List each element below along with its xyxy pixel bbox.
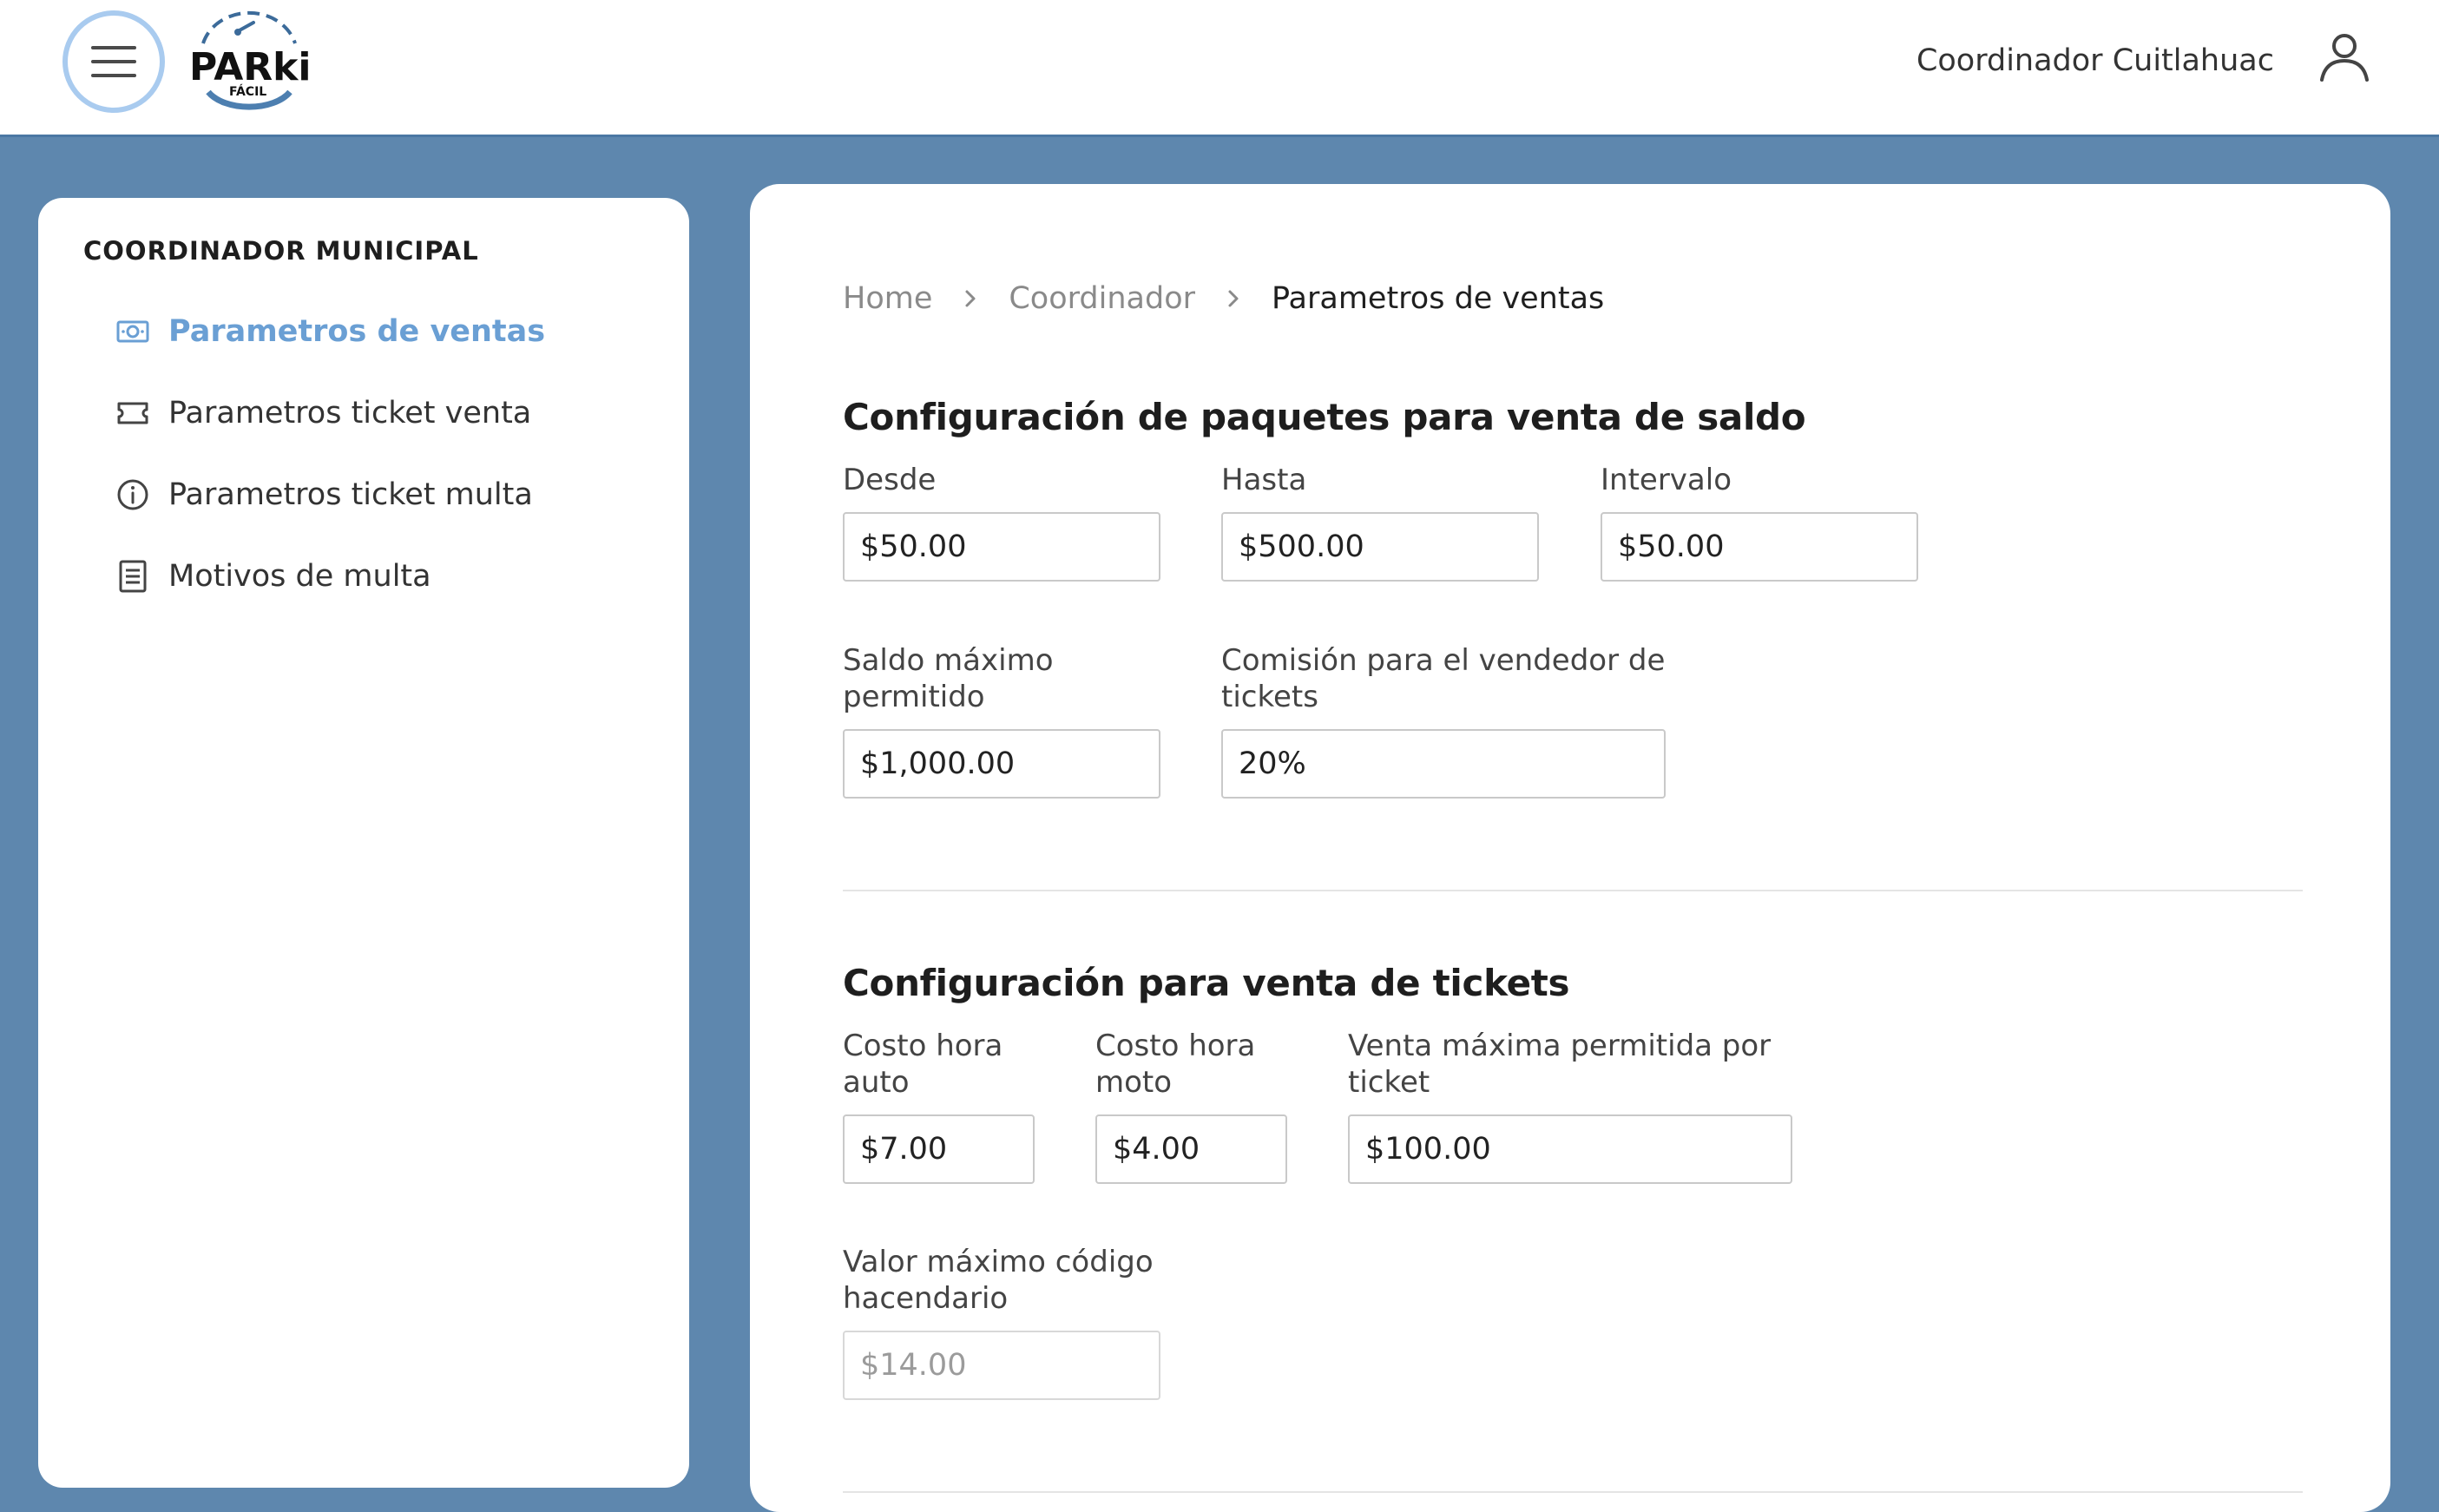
user-icon[interactable] <box>2317 30 2371 83</box>
desde-input[interactable] <box>843 512 1160 582</box>
field-label-intervalo: Intervalo <box>1601 463 1732 497</box>
top-bar: PARki FÁCIL Coordinador Cuitlahuac <box>0 0 2439 137</box>
venta-maxima-input[interactable] <box>1348 1114 1792 1184</box>
field-label-costo-auto: Costo hora auto <box>843 1029 1003 1100</box>
info-circle-icon <box>117 479 148 510</box>
breadcrumb-home[interactable]: Home <box>843 281 932 316</box>
chevron-right-icon <box>1228 290 1239 307</box>
field-label-costo-moto: Costo hora moto <box>1095 1029 1256 1100</box>
comision-input[interactable] <box>1221 729 1666 799</box>
main-panel: Home Coordinador Parametros de ventas Co… <box>750 184 2390 1512</box>
field-label-valor-maximo-codigo: Valor máximo código hacendario <box>843 1245 1154 1316</box>
field-label-saldo-maximo: Saldo máximo permitido <box>843 643 1054 714</box>
sidebar-item-motivos-multa[interactable]: Motivos de multa <box>116 550 654 602</box>
sidebar-title: COORDINADOR MUNICIPAL <box>83 236 479 266</box>
field-label-venta-maxima: Venta máxima permitida por ticket <box>1348 1029 1772 1100</box>
section-title-paquetes: Configuración de paquetes para venta de … <box>843 396 1806 438</box>
sidebar: COORDINADOR MUNICIPAL Parametros de vent… <box>38 198 689 1488</box>
field-label-desde: Desde <box>843 463 937 497</box>
section-divider <box>843 1491 2303 1493</box>
field-label-hasta: Hasta <box>1221 463 1307 497</box>
ticket-icon <box>117 402 148 424</box>
document-list-icon <box>119 560 147 593</box>
breadcrumb-coordinador[interactable]: Coordinador <box>1009 281 1195 316</box>
valor-maximo-codigo-input <box>843 1331 1160 1400</box>
sidebar-item-parametros-ventas[interactable]: Parametros de ventas <box>116 306 654 358</box>
hamburger-menu-button[interactable] <box>62 10 165 113</box>
section-title-tickets: Configuración para venta de tickets <box>843 962 1570 1004</box>
sidebar-item-parametros-ticket-venta[interactable]: Parametros ticket venta <box>116 387 654 439</box>
breadcrumb: Home Coordinador Parametros de ventas <box>843 281 1604 316</box>
sidebar-item-label: Parametros ticket venta <box>168 396 532 431</box>
user-name: Coordinador Cuitlahuac <box>1916 43 2274 78</box>
costo-moto-input[interactable] <box>1095 1114 1287 1184</box>
costo-auto-input[interactable] <box>843 1114 1035 1184</box>
parki-logo[interactable]: PARki FÁCIL <box>184 9 314 116</box>
logo-text: PARki <box>189 45 312 89</box>
chevron-right-icon <box>965 290 976 307</box>
intervalo-input[interactable] <box>1601 512 1918 582</box>
sidebar-item-parametros-ticket-multa[interactable]: Parametros ticket multa <box>116 469 654 521</box>
field-label-comision: Comisión para el vendedor de tickets <box>1221 643 1666 714</box>
sidebar-item-label: Motivos de multa <box>168 559 431 594</box>
saldo-maximo-input[interactable] <box>843 729 1160 799</box>
breadcrumb-current: Parametros de ventas <box>1272 281 1605 316</box>
banknote-icon <box>116 320 149 343</box>
section-divider <box>843 890 2303 891</box>
sidebar-item-label: Parametros ticket multa <box>168 477 533 512</box>
hamburger-menu-icon <box>91 46 136 77</box>
sidebar-item-label: Parametros de ventas <box>168 314 546 349</box>
logo-subtext: FÁCIL <box>229 84 266 99</box>
hasta-input[interactable] <box>1221 512 1539 582</box>
